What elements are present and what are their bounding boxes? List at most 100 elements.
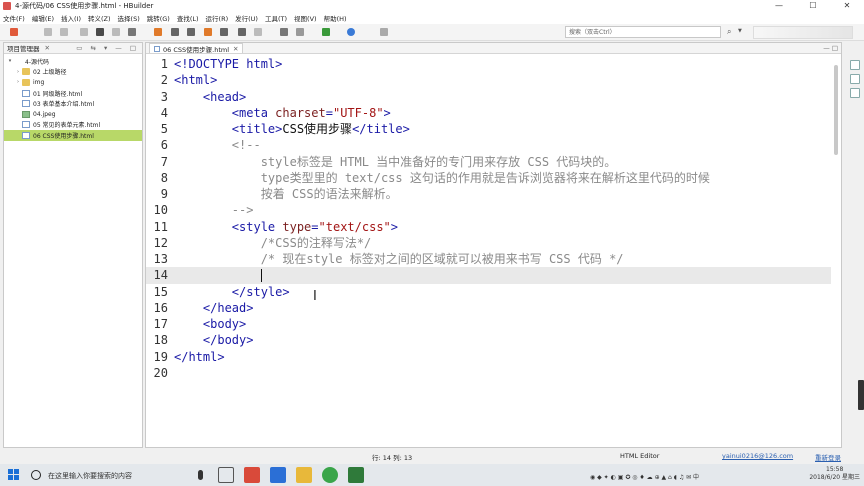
menu-view[interactable]: 视图(V) [294, 13, 317, 23]
code-line[interactable]: 12 /*CSS的注释写法*/ [146, 235, 831, 251]
next-icon[interactable] [220, 28, 228, 36]
menu-goto[interactable]: 跳转(G) [147, 13, 170, 23]
code-line[interactable]: 13 /* 现在style 标签对之间的区域就可以被用来书写 CSS 代码 */ [146, 251, 831, 267]
code-editor[interactable]: 06 CSS使用步骤.html ✕ — □ 1 <!DOCTYPE html> 2 <… [145, 42, 842, 448]
save-all-icon[interactable] [60, 28, 68, 36]
menu-run[interactable]: 运行(R) [206, 13, 229, 23]
code-line[interactable]: 17 <body> [146, 316, 831, 332]
word-taskbar-icon[interactable] [270, 467, 286, 483]
code-line[interactable]: 1 <!DOCTYPE html> [146, 56, 831, 72]
code-line[interactable]: 14 [146, 267, 831, 284]
code-line[interactable]: 19 </html> [146, 349, 831, 365]
editor-tab[interactable]: 06 CSS使用步骤.html ✕ [149, 43, 244, 54]
code-line[interactable]: 20 [146, 365, 831, 381]
wrap-icon[interactable] [187, 28, 195, 36]
relogin-link[interactable]: 重新登录 [815, 452, 841, 462]
tree-item[interactable]: 04.jpeg [4, 109, 142, 120]
microphone-icon[interactable] [198, 470, 203, 480]
redo-icon[interactable] [112, 28, 120, 36]
menu-insert[interactable]: 插入(I) [61, 13, 81, 23]
code-line[interactable]: 3 <head> [146, 89, 831, 105]
line-number: 14 [153, 268, 168, 283]
taskbar-search-input[interactable]: 在这里输入你要搜索的内容 [48, 471, 132, 481]
line-number: 5 [160, 122, 168, 136]
outdent-icon[interactable] [254, 28, 262, 36]
font-increase-icon[interactable] [280, 28, 288, 36]
code-line[interactable]: 8 type类型里的 text/css 这句话的作用就是告诉浏览器将来在解析这里… [146, 170, 831, 186]
prev-icon[interactable] [204, 28, 212, 36]
code-line[interactable]: 6 <!-- [146, 137, 831, 153]
font-decrease-icon[interactable] [296, 28, 304, 36]
tree-item[interactable]: 05 常见的表单元素.html [4, 120, 142, 131]
expand-arrow-icon[interactable]: ▾ [6, 58, 14, 64]
save-icon[interactable] [44, 28, 52, 36]
chrome-taskbar-icon[interactable] [322, 467, 338, 483]
code-text: </html> [174, 349, 225, 365]
code-area[interactable]: 1 <!DOCTYPE html> 2 <html> 3 <head> 4 <meta c… [146, 56, 831, 381]
code-line[interactable]: 16 </head> [146, 300, 831, 316]
tree-item[interactable]: 06 CSS使用步骤.html [4, 130, 142, 141]
menu-find[interactable]: 查找(L) [177, 13, 199, 23]
menu-tools[interactable]: 工具(T) [265, 13, 287, 23]
windows-start-icon[interactable] [8, 469, 19, 480]
side-handle-icon[interactable] [858, 380, 864, 410]
minimize-button[interactable]: — [762, 0, 796, 12]
vertical-scrollbar[interactable] [833, 57, 839, 429]
menu-edit[interactable]: 编辑(E) [32, 13, 54, 23]
editor-controls[interactable]: — □ [823, 44, 838, 52]
clock[interactable]: 15:58 2018/6/20 星期三 [809, 466, 860, 482]
preview-icon[interactable] [850, 60, 860, 70]
new-file-icon[interactable] [10, 28, 18, 36]
menu-help[interactable]: 帮助(H) [324, 13, 347, 23]
code-line[interactable]: 5 <title>CSS使用步骤</title> [146, 121, 831, 137]
panel-controls[interactable]: ▭ ⇆ ▾ — □ [76, 44, 139, 52]
run-icon[interactable] [322, 28, 330, 36]
outline-icon[interactable] [850, 74, 860, 84]
cut-icon[interactable] [80, 28, 88, 36]
maximize-button[interactable]: ☐ [796, 0, 830, 12]
indent-icon[interactable] [238, 28, 246, 36]
code-line[interactable]: 4 <meta charset="UTF-8"> [146, 105, 831, 121]
task-view-icon[interactable] [218, 467, 234, 483]
sidebar-toggle-icon[interactable] [380, 28, 388, 36]
tree-item[interactable]: 03 表单基本介绍.html [4, 98, 142, 109]
chevron-down-icon[interactable]: ▼ [738, 28, 742, 34]
menu-escape[interactable]: 转义(Z) [88, 13, 111, 23]
close-icon[interactable]: ✕ [233, 45, 238, 53]
menu-select[interactable]: 选择(S) [118, 13, 140, 23]
expand-arrow-icon[interactable]: › [14, 69, 22, 75]
close-icon[interactable]: ✕ [45, 44, 50, 52]
scrollbar-thumb[interactable] [834, 65, 838, 155]
tree-item[interactable]: ▾ 4-源代码 [4, 56, 142, 67]
settings-icon[interactable] [850, 88, 860, 98]
search-input[interactable]: 搜索（双击Ctrl） [565, 26, 721, 38]
menu-publish[interactable]: 发行(U) [235, 13, 258, 23]
tray-icons[interactable]: ◉ ◆ ✦ ◐ ▣ ✪ ◎ ♦ ☁ ⊕ ▲ ⌂ ◖ ♫ ✉ 中 [590, 472, 699, 481]
cortana-icon[interactable] [31, 470, 41, 480]
code-line[interactable]: 10 --> [146, 202, 831, 218]
user-link[interactable]: yainui0216@126.com [722, 452, 793, 460]
expand-arrow-icon[interactable]: › [14, 79, 22, 85]
horizontal-scrollbar[interactable] [176, 438, 828, 443]
tree-item[interactable]: › 02 上级路径 [4, 67, 142, 78]
format-icon[interactable] [128, 28, 136, 36]
tree-item[interactable]: › img [4, 77, 142, 88]
browser-icon[interactable] [347, 28, 355, 36]
project-manager-tab[interactable]: 项目管理器 ✕ ▭ ⇆ ▾ — □ [4, 43, 142, 54]
code-line[interactable]: 2 <html> [146, 72, 831, 88]
tree-item[interactable]: 01 同级路径.html [4, 88, 142, 99]
comment-icon[interactable] [171, 28, 179, 36]
app-taskbar-icon[interactable] [348, 467, 364, 483]
code-line[interactable]: 18 </body> [146, 332, 831, 348]
search-icon[interactable]: ⌕ [727, 27, 731, 37]
hbuilder-taskbar-icon[interactable] [244, 467, 260, 483]
code-line[interactable]: 9 按着 CSS的语法来解析。 [146, 186, 831, 202]
menu-file[interactable]: 文件(F) [3, 13, 25, 23]
explorer-taskbar-icon[interactable] [296, 467, 312, 483]
code-line[interactable]: 11 <style type="text/css"> [146, 219, 831, 235]
bookmark-icon[interactable] [154, 28, 162, 36]
close-button[interactable]: ✕ [830, 0, 864, 12]
code-line[interactable]: 7 style标签是 HTML 当中准备好的专门用来存放 CSS 代码块的。 [146, 154, 831, 170]
undo-icon[interactable] [96, 28, 104, 36]
code-line[interactable]: 15 </style> [146, 284, 831, 300]
